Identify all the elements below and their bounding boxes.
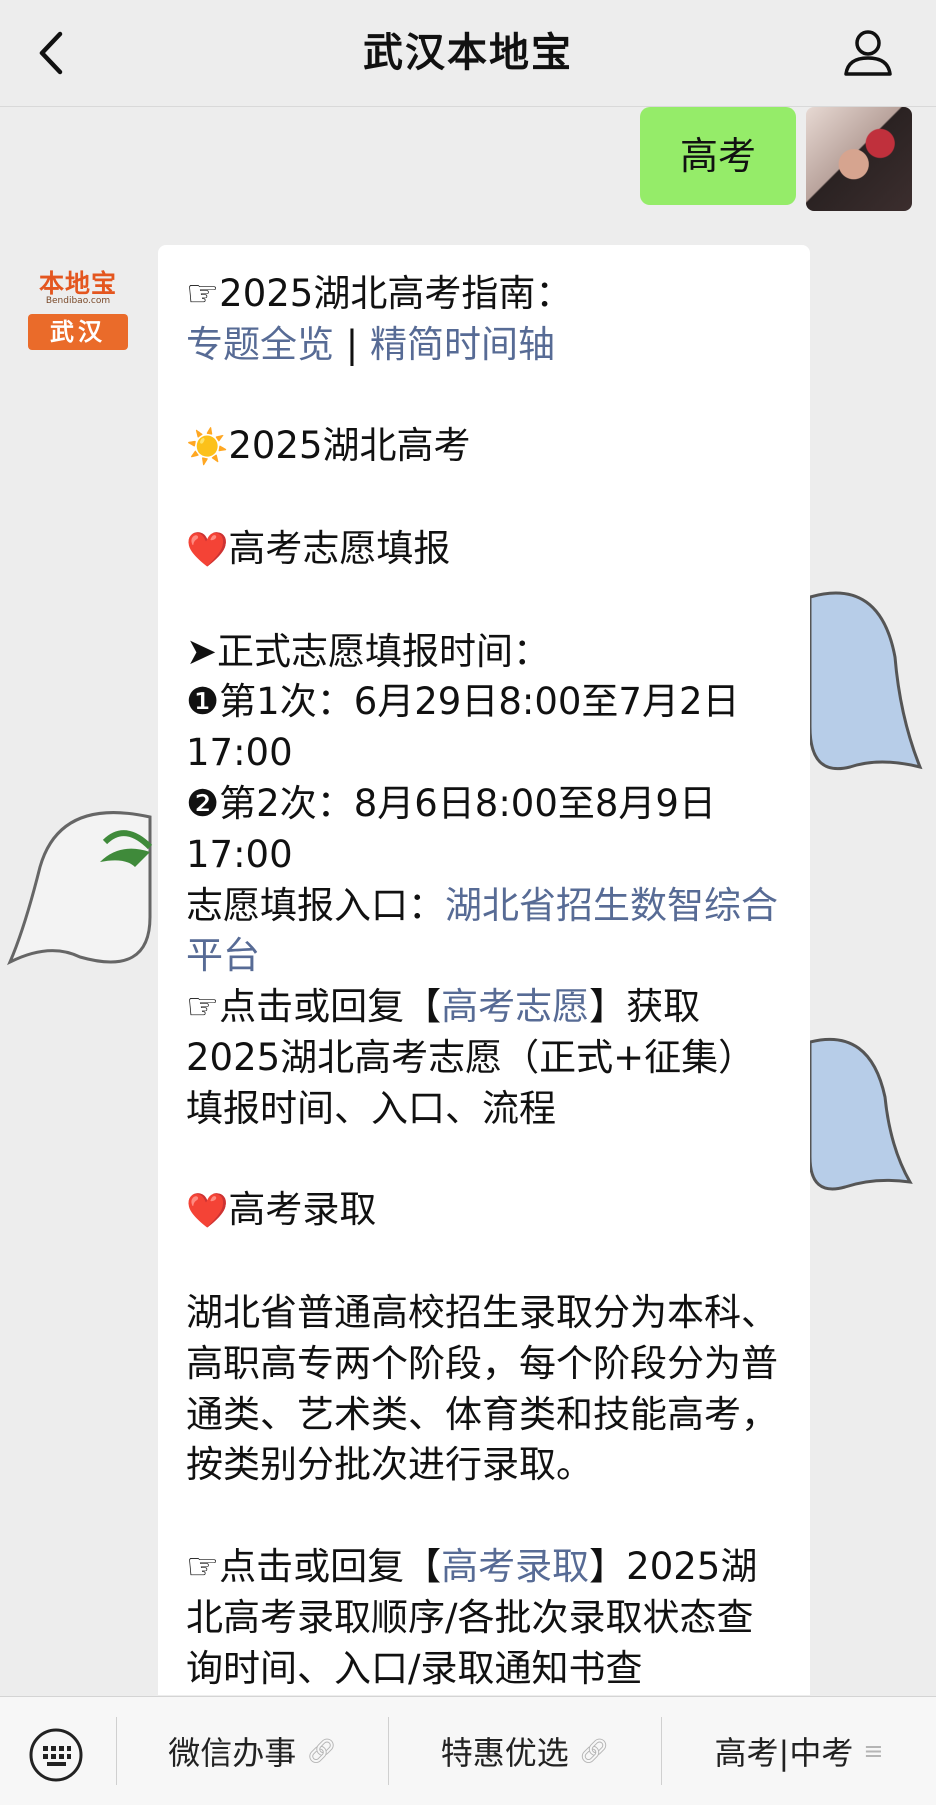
time-first: ❶第1次：6月29日8:00至7月2日17:00 <box>186 680 740 775</box>
sent-bubble-tail <box>780 145 794 169</box>
bot-avatar[interactable]: 本地宝 Bendibao.com 武汉 <box>28 254 128 354</box>
logo-brand-text: 本地宝 <box>38 269 117 298</box>
page-title: 武汉本地宝 <box>363 30 573 76</box>
menu-item-label: 特惠优选 <box>440 1734 569 1772</box>
menu-item-label: 高考|中考 <box>714 1734 854 1772</box>
link-divider: | <box>345 322 359 366</box>
decorative-balloon-right-bottom <box>810 1037 913 1191</box>
menu-item-deals[interactable]: 特惠优选 🔗︎ <box>389 1697 661 1805</box>
guide-line: ☞2025湖北高考指南： 专题全览 | 精简时间轴 <box>186 269 786 371</box>
reply2-prefix: ☞点击或回复【 <box>186 1544 442 1588</box>
section-title-line: ☀️2025湖北高考 <box>186 421 786 473</box>
admission-heading: 高考录取 <box>228 1188 377 1232</box>
entry-label: 志愿填报入口： <box>186 883 445 927</box>
decorative-balloon-left <box>7 811 153 966</box>
admission-heading-line: ❤️高考录取 <box>186 1185 786 1237</box>
guide-label: ☞2025湖北高考指南： <box>186 272 573 315</box>
reply1-keyword-link[interactable]: 高考志愿 <box>441 985 589 1028</box>
section-title: 2025湖北高考 <box>228 424 471 468</box>
volunteer-heading: 高考志愿填报 <box>228 526 451 570</box>
heart-icon: ❤️ <box>186 1191 229 1232</box>
logo-domain-text: Bendibao.com <box>45 296 111 306</box>
link-overview[interactable]: 专题全览 <box>186 323 334 366</box>
reply-volunteer-line: ☞点击或回复【高考志愿】获取2025湖北高考志愿（正式+征集）填报时间、入口、流… <box>186 982 786 1134</box>
profile-icon[interactable] <box>840 24 896 80</box>
heart-icon: ❤️ <box>186 529 229 570</box>
menu-item-exams[interactable]: 高考|中考 ≡ <box>662 1697 936 1805</box>
list-icon: ≡ <box>863 1737 884 1765</box>
reply1-prefix: ☞点击或回复【 <box>186 985 442 1029</box>
link-icon: 🔗︎ <box>578 1737 610 1765</box>
volunteer-heading-line: ❤️高考志愿填报 <box>186 524 786 576</box>
received-message-text: ☞2025湖北高考指南： 专题全览 | 精简时间轴 ☀️2025湖北高考 ❤️高… <box>186 269 786 1694</box>
reply2-keyword-link[interactable]: 高考录取 <box>441 1545 589 1588</box>
chat-area[interactable]: 高考 本地宝 Bendibao.com 武汉 ☞2025湖北高考指南： 专题全览… <box>0 107 936 1695</box>
sent-message-bubble[interactable]: 高考 <box>640 107 797 205</box>
link-timeline[interactable]: 精简时间轴 <box>370 323 555 366</box>
menu-item-wechat-service[interactable]: 微信办事 🔗︎ <box>117 1697 388 1805</box>
link-icon: 🔗︎ <box>306 1737 337 1765</box>
keyboard-toggle-icon[interactable] <box>28 1727 84 1783</box>
user-avatar[interactable] <box>806 107 912 211</box>
logo-city-badge: 武汉 <box>28 314 128 350</box>
time-second: ❷第2次：8月6日8:00至8月9日17:00 <box>186 781 716 876</box>
menu-item-label: 微信办事 <box>168 1734 297 1772</box>
bottom-menu-bar: 微信办事 🔗︎ 特惠优选 🔗︎ 高考|中考 ≡ <box>0 1696 936 1805</box>
reply-admission-line: ☞点击或回复【高考录取】2025湖北高考录取顺序/各批次录取状态查询时间、入口/… <box>186 1542 786 1694</box>
entry-line: 志愿填报入口：湖北省招生数智综合平台 <box>186 881 786 983</box>
top-bar: 武汉本地宝 <box>0 0 936 107</box>
admission-body: 湖北省普通高校招生录取分为本科、高职高专两个阶段，每个阶段分为普通类、艺术类、体… <box>186 1290 778 1487</box>
time-label: ➤正式志愿填报时间： <box>186 629 551 673</box>
decorative-balloon-right-top <box>810 591 923 770</box>
sun-icon: ☀️ <box>186 427 229 468</box>
